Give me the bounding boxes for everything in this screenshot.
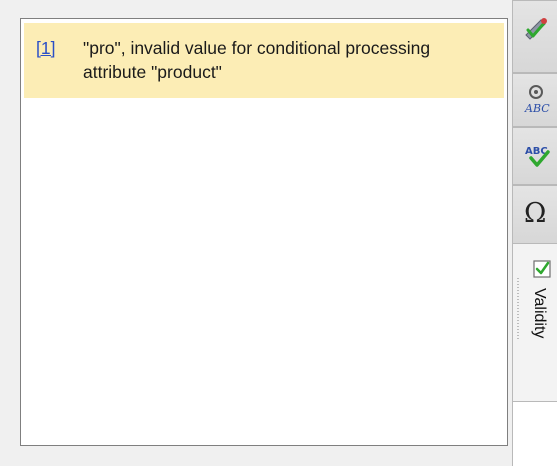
message-text: "pro", invalid value for conditional pro… <box>83 38 431 82</box>
spell-check-options-button[interactable]: ABC <box>512 73 557 127</box>
tab-validity-label: Validity <box>531 288 548 339</box>
validation-results-panel: [1] "pro", invalid value for conditional… <box>20 18 508 446</box>
special-characters-icon: Ω <box>524 198 547 229</box>
side-toolbar: ABC ABC Ω Validity <box>512 0 557 466</box>
special-characters-button[interactable]: Ω <box>512 185 557 244</box>
spell-check-icon: ABC <box>523 140 553 177</box>
spell-check-button[interactable]: ABC <box>512 127 557 185</box>
spell-check-options-icon: ABC <box>523 84 553 121</box>
validity-check-icon <box>533 260 551 283</box>
validation-message-row[interactable]: [1] "pro", invalid value for conditional… <box>24 23 504 98</box>
message-number-link[interactable]: [1] <box>36 36 55 60</box>
svg-text:ABC: ABC <box>524 102 550 115</box>
validate-button[interactable] <box>512 0 557 73</box>
tab-grip-dots <box>517 278 519 340</box>
tab-validity[interactable]: Validity <box>512 244 557 402</box>
validate-icon <box>523 17 551 46</box>
toolbar-empty-area <box>512 402 557 466</box>
